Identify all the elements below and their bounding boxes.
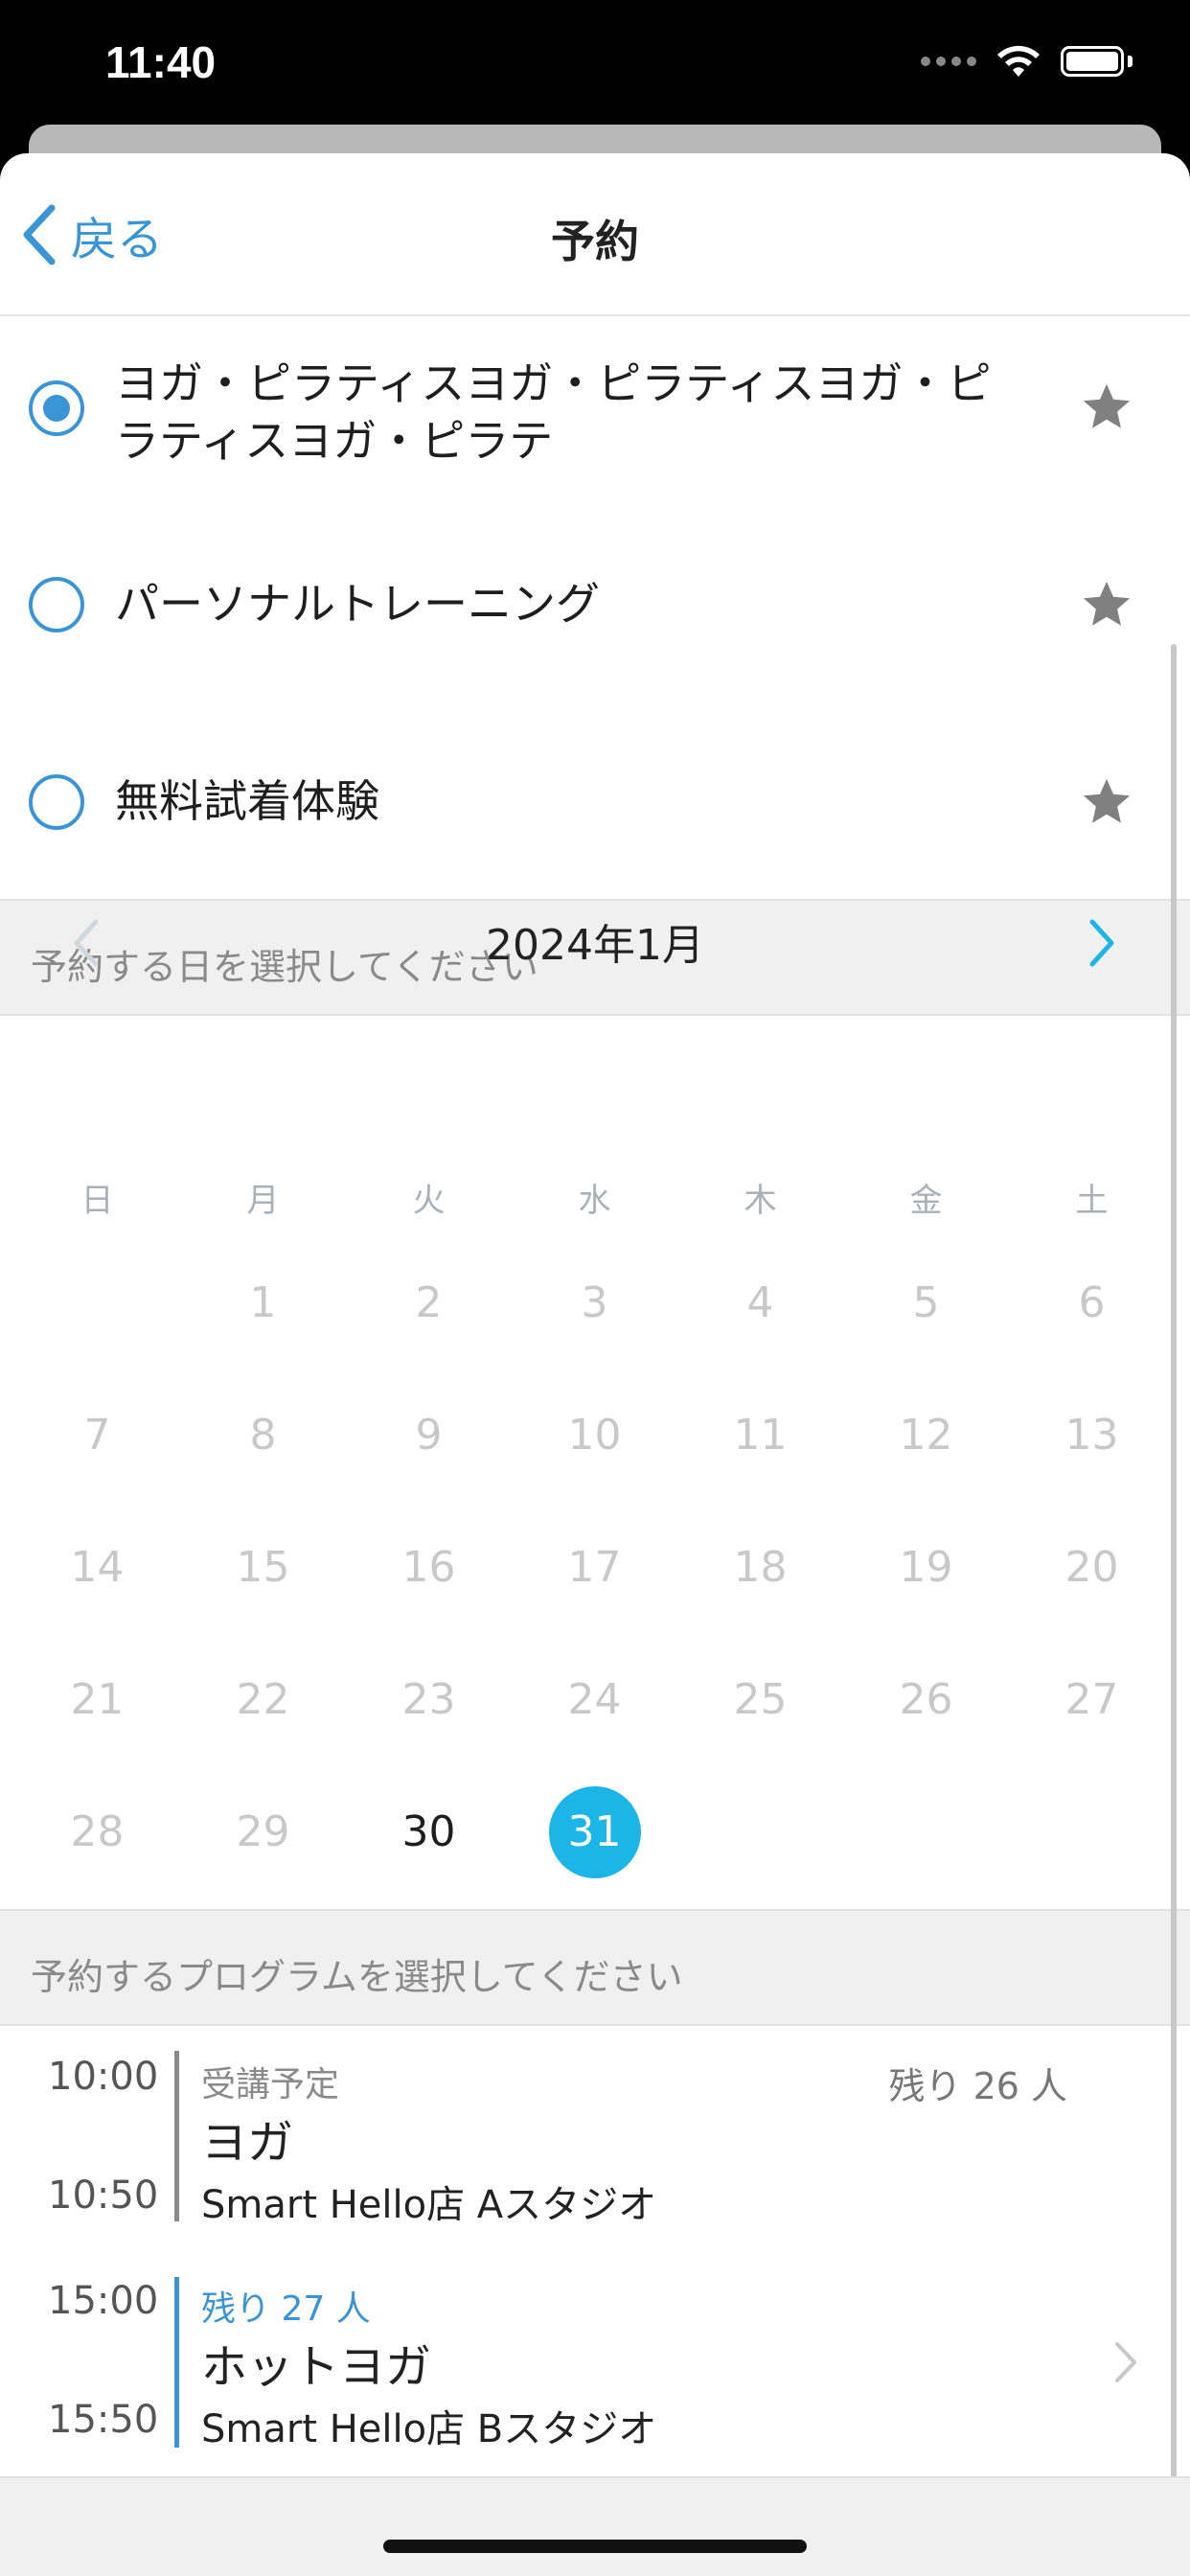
weekday-label: 金 (909, 1182, 943, 1220)
calendar-day: 2 (415, 1278, 443, 1327)
calendar-day: 12 (899, 1411, 953, 1460)
program-item[interactable]: 15:00 15:50 残り 27 人 ホットヨガ Smart Hello店 B… (0, 2277, 1190, 2469)
chevron-right-icon[interactable] (1111, 2338, 1140, 2386)
radio-button-selected[interactable] (29, 380, 84, 436)
calendar-day: 11 (733, 1411, 788, 1460)
star-icon[interactable] (1079, 577, 1134, 632)
calendar-day: 14 (70, 1543, 125, 1592)
calendar-day: 10 (567, 1411, 622, 1460)
calendar-month-title: 2024年1月 (486, 921, 704, 970)
wifi-icon (997, 45, 1040, 77)
weekday-label: 日 (80, 1182, 114, 1220)
program-section-header: 予約するプログラムを選択してください (0, 1909, 1190, 2026)
program-remaining: 残り 27 人 (201, 2289, 371, 2329)
program-section-label: 予約するプログラムを選択してください (31, 1956, 683, 1998)
calendar-day: 23 (401, 1675, 456, 1724)
reservation-sheet: 戻る 予約 ヨガ・ピラティスヨガ・ピラティスヨガ・ピラティスヨガ・ピラテ パーソ… (0, 153, 1190, 2576)
weekday-label: 土 (1075, 1182, 1109, 1220)
calendar-day: 15 (236, 1543, 290, 1592)
program-bar (174, 2277, 179, 2448)
option-label: 無料試着体験 (115, 775, 379, 827)
scrollbar[interactable] (1171, 644, 1177, 2549)
selected-day-label: 31 (548, 1786, 641, 1878)
chevron-right-icon[interactable] (1083, 914, 1121, 972)
program-name: ホットヨガ (201, 2340, 432, 2394)
calendar-day[interactable]: 30 (346, 1784, 512, 1880)
calendar-day: 7 (83, 1411, 111, 1460)
calendar-day: 22 (236, 1675, 290, 1724)
calendar-day: 26 (899, 1675, 953, 1724)
program-place: Smart Hello店 Bスタジオ (201, 2407, 657, 2451)
weekday-label: 水 (578, 1182, 611, 1220)
program-item[interactable]: 10:00 10:50 受講予定 ヨガ Smart Hello店 Aスタジオ 残… (0, 2051, 1190, 2242)
navigation-bar: 戻る 予約 (0, 153, 1190, 316)
home-indicator[interactable] (383, 2540, 807, 2553)
battery-tip (1128, 56, 1133, 67)
calendar-day[interactable]: 31 (512, 1784, 677, 1880)
page-title: 予約 (551, 216, 639, 267)
calendar-day: 25 (733, 1675, 788, 1724)
program-end-time: 15:50 (48, 2398, 159, 2442)
calendar-day: 28 (70, 1807, 125, 1856)
calendar-day: 27 (1064, 1675, 1119, 1724)
program-start-time: 10:00 (48, 2055, 159, 2099)
calendar-day: 24 (567, 1675, 622, 1724)
radio-button[interactable] (29, 774, 84, 830)
calendar-day: 19 (899, 1543, 953, 1592)
option-free-trial[interactable]: 無料試着体験 (0, 738, 1190, 853)
calendar-day: 8 (249, 1411, 277, 1460)
option-yoga-pilates[interactable]: ヨガ・ピラティスヨガ・ピラティスヨガ・ピラティスヨガ・ピラテ (0, 345, 1190, 498)
program-status: 受講予定 (201, 2065, 340, 2104)
star-icon[interactable] (1079, 380, 1134, 435)
star-icon[interactable] (1079, 774, 1134, 830)
bottom-area (0, 2476, 1190, 2576)
calendar-day: 21 (70, 1675, 125, 1724)
calendar-day: 5 (912, 1278, 940, 1327)
calendar-day: 4 (746, 1278, 774, 1327)
program-bar (174, 2051, 179, 2221)
calendar-day: 1 (249, 1278, 277, 1327)
program-remaining: 残り 26 人 (888, 2065, 1067, 2107)
option-label: ヨガ・ピラティスヨガ・ピラティスヨガ・ピラティスヨガ・ピラテ (115, 357, 992, 467)
calendar-day: 13 (1064, 1411, 1119, 1460)
option-personal-training[interactable]: パーソナルトレーニング (0, 546, 1190, 661)
calendar-day: 17 (567, 1543, 622, 1592)
calendar-day: 6 (1078, 1278, 1106, 1327)
program-start-time: 15:00 (48, 2279, 159, 2323)
radio-button[interactable] (29, 577, 84, 632)
weekday-label: 月 (246, 1182, 280, 1220)
program-place: Smart Hello店 Aスタジオ (201, 2183, 657, 2227)
calendar-day: 18 (733, 1543, 788, 1592)
calendar-day: 16 (401, 1543, 456, 1592)
status-icons (921, 44, 1133, 79)
weekday-label: 火 (412, 1182, 446, 1220)
calendar-day: 29 (236, 1807, 290, 1856)
option-label: パーソナルトレーニング (115, 578, 600, 630)
calendar-day: 9 (415, 1411, 443, 1460)
status-time: 11:40 (105, 37, 217, 87)
program-end-time: 10:50 (48, 2174, 159, 2218)
signal-dots-icon (921, 57, 976, 66)
weekday-label: 木 (744, 1182, 777, 1220)
program-name: ヨガ (201, 2116, 294, 2170)
status-bar: 11:40 (0, 0, 1190, 126)
calendar-day: 3 (581, 1278, 608, 1327)
battery-icon (1061, 46, 1124, 77)
calendar-day: 20 (1064, 1543, 1119, 1592)
